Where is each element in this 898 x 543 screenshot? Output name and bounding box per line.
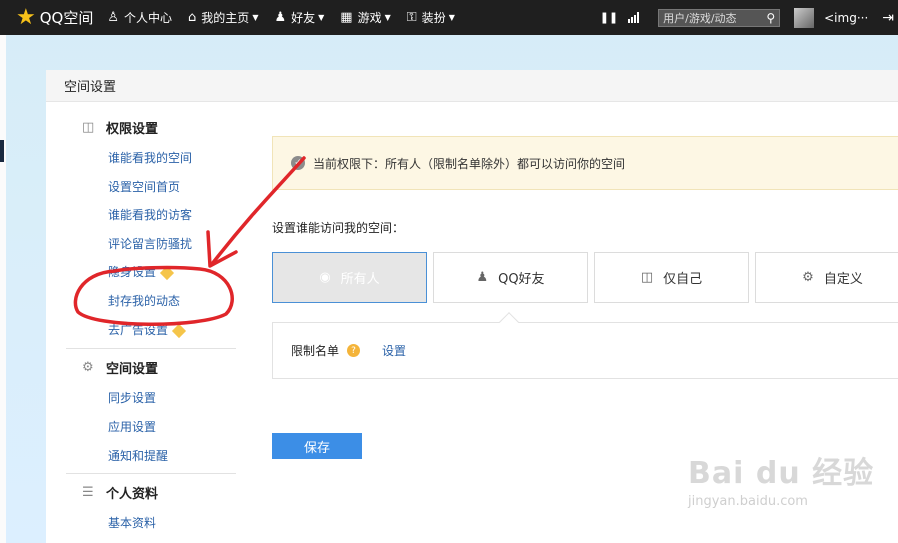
vip-diamond-icon [159, 265, 175, 280]
sidebar-item-notifications[interactable]: 通知和提醒 [108, 447, 168, 464]
sidebar-section-permissions: ◫ 权限设置 [82, 118, 158, 137]
restriction-list-box: 限制名单 ? 设置 [272, 322, 898, 379]
sidebar-item-remove-ads[interactable]: 去广告设置 [108, 321, 187, 338]
caret-down-icon: ▼ [448, 13, 455, 22]
user-icon: ♙ [107, 10, 120, 25]
nav-label: 个人中心 [124, 11, 173, 25]
access-options: ◉ 所有人 ♟ QQ好友 ◫ 仅自己 ⚙ 自定义 [272, 252, 898, 303]
nav-my-homepage[interactable]: ⌂ 我的主页 ▼ [188, 9, 258, 26]
sidebar-item-sync[interactable]: 同步设置 [108, 389, 156, 406]
friends-icon: ♟ [274, 10, 287, 25]
section-title: 权限设置 [106, 122, 159, 137]
who-can-access-label: 设置谁能访问我的空间： [272, 221, 405, 235]
pause-icon[interactable]: ❚❚ [600, 11, 618, 24]
globe-icon: ◉ [319, 270, 331, 285]
sidebar-item-set-homepage[interactable]: 设置空间首页 [108, 178, 180, 195]
logout-icon[interactable]: ⇥ [882, 10, 894, 26]
nav-label: 好友 [291, 11, 316, 25]
nav-games[interactable]: ▦ 游戏 ▼ [340, 9, 390, 26]
option-everyone[interactable]: ◉ 所有人 [272, 252, 427, 303]
shirt-icon: ⚿ [406, 10, 417, 25]
home-icon: ⌂ [188, 10, 197, 25]
option-label: 自定义 [823, 272, 863, 287]
save-button[interactable]: 保存 [272, 433, 362, 459]
option-qq-friends[interactable]: ♟ QQ好友 [433, 252, 588, 303]
sidebar-item-basic-info[interactable]: 基本资料 [108, 514, 156, 531]
top-navbar: ★ QQ空间 ♙ 个人中心 ⌂ 我的主页 ▼ ♟ 好友 ▼ ▦ 游戏 ▼ ⚿ 装… [0, 0, 898, 35]
sidebar-item-archive-feeds[interactable]: 封存我的动态 [108, 292, 180, 309]
sidebar-divider [66, 348, 236, 349]
search-box[interactable]: 用户/游戏/动态 ⚲ [658, 8, 781, 27]
option-label: QQ好友 [498, 272, 545, 287]
sidebar-item-apps[interactable]: 应用设置 [108, 418, 156, 435]
lock-icon: ◫ [640, 270, 654, 285]
left-edge-strip [0, 35, 6, 543]
option-only-me[interactable]: ◫ 仅自己 [594, 252, 749, 303]
main-nav: ♙ 个人中心 ⌂ 我的主页 ▼ ♟ 好友 ▼ ▦ 游戏 ▼ ⚿ 装扮 ▼ [107, 9, 470, 26]
friends-icon: ♟ [476, 270, 489, 285]
panel-title: 空间设置 [46, 70, 898, 102]
permission-notice: ✓ 当前权限下：所有人（限制名单除外）都可以访问你的空间 [272, 136, 898, 190]
caret-down-icon: ▼ [384, 13, 391, 22]
settings-tag-icon: ⚙ [82, 360, 94, 375]
option-label: 仅自己 [663, 272, 703, 287]
restriction-settings-link[interactable]: 设置 [382, 342, 406, 359]
nav-decorate[interactable]: ⚿ 装扮 ▼ [407, 9, 455, 26]
sidebar-item-who-can-see-visitors[interactable]: 谁能看我的访客 [108, 206, 192, 223]
caret-down-icon: ▼ [318, 13, 325, 22]
nav-personal-center[interactable]: ♙ 个人中心 [107, 9, 172, 26]
sidebar-item-invisible[interactable]: 隐身设置 [108, 263, 175, 280]
logo-text: QQ空间 [39, 9, 94, 27]
games-grid-icon: ▦ [340, 10, 353, 25]
nav-friends[interactable]: ♟ 好友 ▼ [274, 9, 324, 26]
gear-icon: ⚙ [802, 270, 814, 285]
sidebar-section-profile: ☰ 个人资料 [82, 483, 158, 502]
username[interactable]: <img··· [824, 11, 868, 25]
sidebar-divider [66, 473, 236, 474]
search-placeholder: 用户/游戏/动态 [663, 11, 737, 25]
avatar[interactable] [794, 7, 815, 28]
watermark-line2: jingyan.baidu.com [688, 494, 808, 509]
nav-label: 我的主页 [201, 11, 250, 25]
option-label: 所有人 [340, 272, 380, 287]
item-label: 去广告设置 [108, 323, 169, 337]
signal-bars-icon[interactable] [628, 12, 640, 23]
topbar-right: ❚❚ 用户/游戏/动态 ⚲ <img··· ⇥ [600, 0, 898, 35]
qzone-logo[interactable]: ★ QQ空间 [16, 4, 94, 30]
help-icon[interactable]: ? [347, 344, 361, 357]
profile-card-icon: ☰ [82, 485, 94, 500]
vip-diamond-icon [171, 323, 187, 338]
restriction-list-label: 限制名单 [291, 344, 340, 358]
info-check-icon: ✓ [291, 156, 305, 170]
option-custom[interactable]: ⚙ 自定义 [755, 252, 898, 303]
section-title: 个人资料 [106, 487, 159, 502]
caret-down-icon: ▼ [252, 13, 259, 22]
nav-label: 装扮 [421, 11, 446, 25]
search-icon[interactable]: ⚲ [766, 11, 775, 25]
baidu-watermark: Bai du 经验 jingyan.baidu.com [688, 448, 874, 509]
item-label: 隐身设置 [108, 265, 157, 279]
section-title: 空间设置 [106, 362, 159, 377]
sidebar-item-anti-harassment[interactable]: 评论留言防骚扰 [108, 235, 192, 252]
nav-label: 游戏 [357, 11, 382, 25]
sidebar-item-who-can-view[interactable]: 谁能看我的空间 [108, 149, 192, 166]
watermark-line1: Bai du 经验 [688, 456, 875, 491]
sidebar-section-space: ⚙ 空间设置 [82, 358, 158, 377]
notice-text: 当前权限下：所有人（限制名单除外）都可以访问你的空间 [313, 156, 626, 171]
star-logo-icon: ★ [16, 4, 36, 30]
lock-icon: ◫ [82, 120, 95, 135]
